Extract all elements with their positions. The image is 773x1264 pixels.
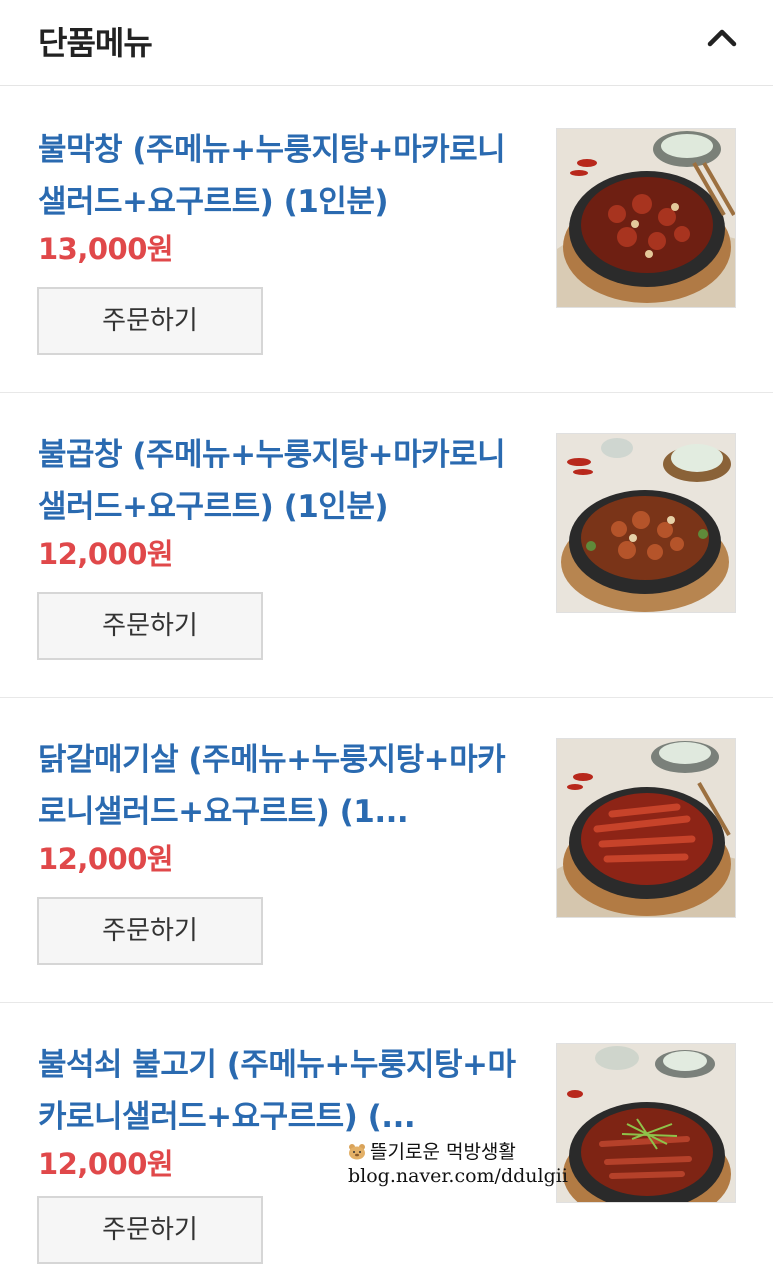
menu-item-price: 13,000원 <box>38 232 174 266</box>
menu-item-photo[interactable] <box>556 433 736 613</box>
menu-item[interactable]: 불곱창 (주메뉴+누룽지탕+마카로니샐러드+요구르트) (1인분) 12,000… <box>0 393 773 698</box>
order-button[interactable]: 주문하기 <box>37 1196 263 1264</box>
section-header[interactable]: 단품메뉴 <box>0 0 773 86</box>
blog-watermark: 뜰기로운 먹방생활 blog.naver.com/ddulgii <box>348 1140 568 1188</box>
menu-item-title[interactable]: 불막창 (주메뉴+누룽지탕+마카로니샐러드+요구르트) (1인분) <box>38 124 518 228</box>
section-title: 단품메뉴 <box>38 24 153 62</box>
menu-item-title[interactable]: 불곱창 (주메뉴+누룽지탕+마카로니샐러드+요구르트) (1인분) <box>38 429 518 533</box>
watermark-url: blog.naver.com/ddulgii <box>348 1165 568 1187</box>
chevron-up-icon[interactable] <box>704 22 740 52</box>
order-button[interactable]: 주문하기 <box>37 592 263 660</box>
menu-item[interactable]: 불막창 (주메뉴+누룽지탕+마카로니샐러드+요구르트) (1인분) 13,000… <box>0 88 773 393</box>
bear-icon <box>349 1144 365 1160</box>
watermark-name: 뜰기로운 먹방생활 <box>370 1141 516 1163</box>
menu-item-photo[interactable] <box>556 1043 736 1203</box>
order-button[interactable]: 주문하기 <box>37 897 263 965</box>
menu-item[interactable]: 닭갈매기살 (주메뉴+누룽지탕+마카로니샐러드+요구르트) (1... 12,0… <box>0 698 773 1003</box>
menu-item-price: 12,000원 <box>38 1147 174 1181</box>
order-button[interactable]: 주문하기 <box>37 287 263 355</box>
menu-item-price: 12,000원 <box>38 842 174 876</box>
menu-item-title[interactable]: 닭갈매기살 (주메뉴+누룽지탕+마카로니샐러드+요구르트) (1... <box>38 734 518 838</box>
menu-item-photo[interactable] <box>556 738 736 918</box>
menu-item-title[interactable]: 불석쇠 불고기 (주메뉴+누룽지탕+마카로니샐러드+요구르트) (... <box>38 1039 518 1143</box>
menu-item-photo[interactable] <box>556 128 736 308</box>
menu-item-price: 12,000원 <box>38 537 174 571</box>
